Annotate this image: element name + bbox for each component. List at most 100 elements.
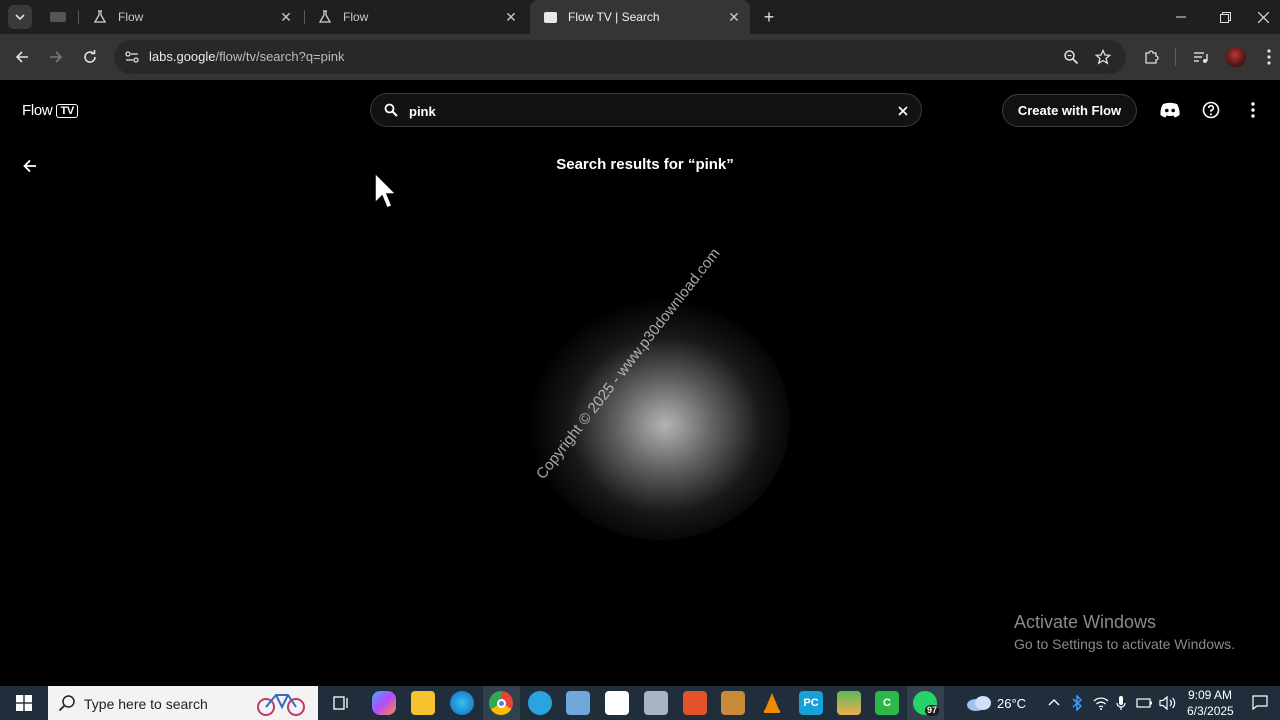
- browser-menu-button[interactable]: [1257, 45, 1280, 69]
- back-nav-button[interactable]: [10, 45, 34, 69]
- address-bar[interactable]: labs.google/flow/tv/search?q=pink: [114, 40, 1126, 74]
- close-window-button[interactable]: [1246, 0, 1280, 34]
- tab-label: Flow TV | Search: [568, 10, 660, 24]
- zoom-icon[interactable]: [1063, 49, 1079, 70]
- plus-icon: +: [763, 6, 775, 27]
- bluestacks-icon[interactable]: [837, 691, 861, 715]
- extensions-button[interactable]: [1139, 45, 1163, 69]
- help-button[interactable]: [1199, 98, 1223, 122]
- page-content: Flow TV Create with Flow Search results …: [0, 80, 1280, 686]
- activate-subtitle: Go to Settings to activate Windows.: [1014, 636, 1235, 652]
- telegram-icon[interactable]: [528, 691, 552, 715]
- tab-search-button[interactable]: [8, 5, 32, 29]
- battery-icon[interactable]: [1136, 696, 1154, 715]
- tab-flow-2[interactable]: Flow ✕: [305, 0, 527, 34]
- volume-icon[interactable]: [1159, 695, 1177, 716]
- tab-flow-tv-search[interactable]: Flow TV | Search ✕: [530, 0, 750, 34]
- minimize-button[interactable]: [1158, 0, 1204, 34]
- microphone-icon[interactable]: [1116, 695, 1126, 716]
- taskbar-search-box[interactable]: Type here to search: [48, 686, 318, 720]
- close-tab-icon[interactable]: ✕: [726, 9, 742, 25]
- site-settings-icon[interactable]: [124, 49, 140, 70]
- restore-icon: [1219, 11, 1231, 23]
- edge-icon[interactable]: [450, 691, 474, 715]
- flask-icon: [92, 9, 108, 25]
- chrome-icon[interactable]: [489, 691, 513, 715]
- arrow-left-icon: [15, 51, 28, 63]
- activate-windows-notice: Activate Windows Go to Settings to activ…: [1014, 612, 1235, 652]
- url-path: /flow/tv/search?q=pink: [215, 49, 345, 64]
- page-icon: [542, 9, 558, 25]
- bluetooth-icon[interactable]: [1071, 694, 1083, 716]
- app-icon[interactable]: [721, 691, 745, 715]
- copilot-icon[interactable]: [372, 691, 396, 715]
- search-bar: [370, 93, 922, 127]
- playlist-icon: [1194, 52, 1208, 63]
- tab-flow-1[interactable]: Flow ✕: [80, 0, 302, 34]
- back-button[interactable]: [18, 154, 42, 178]
- notepad-icon[interactable]: [605, 691, 629, 715]
- weather-cloud-icon[interactable]: [966, 694, 992, 717]
- logo-badge: TV: [56, 103, 78, 118]
- bookmark-star-icon[interactable]: [1094, 48, 1112, 70]
- toolbar-divider: [1175, 48, 1176, 66]
- pinned-tab[interactable]: [40, 0, 66, 34]
- app-icon[interactable]: [683, 691, 707, 715]
- arrow-right-icon: [50, 51, 63, 63]
- chevron-down-icon: [15, 14, 25, 21]
- media-controls-button[interactable]: [1189, 45, 1213, 69]
- forward-nav-button[interactable]: [44, 45, 68, 69]
- search-results-title: Search results for “pink”: [556, 156, 734, 173]
- clear-search-button[interactable]: [893, 101, 913, 121]
- new-tab-button[interactable]: +: [758, 6, 780, 28]
- flow-tv-logo[interactable]: Flow TV: [22, 102, 78, 119]
- url-text: labs.google/flow/tv/search?q=pink: [149, 49, 344, 64]
- more-options-button[interactable]: [1241, 98, 1265, 122]
- chevron-up-icon[interactable]: [1048, 696, 1060, 714]
- whatsapp-icon[interactable]: 97: [913, 691, 940, 716]
- discord-icon: [1160, 102, 1180, 118]
- flask-icon: [317, 9, 333, 25]
- close-icon: [1257, 11, 1269, 23]
- file-explorer-icon[interactable]: [411, 691, 435, 715]
- vlc-icon[interactable]: [760, 691, 784, 715]
- app-icon[interactable]: [566, 691, 590, 715]
- profile-avatar[interactable]: [1224, 45, 1248, 69]
- start-button[interactable]: [0, 686, 48, 720]
- task-view-icon[interactable]: [328, 691, 352, 715]
- pycharm-icon[interactable]: PC: [799, 691, 823, 715]
- avatar-icon: [1226, 47, 1246, 67]
- notifications-icon[interactable]: [1252, 695, 1268, 715]
- app-icon[interactable]: [644, 691, 668, 715]
- create-with-flow-button[interactable]: Create with Flow: [1002, 94, 1137, 127]
- close-tab-icon[interactable]: ✕: [278, 9, 294, 25]
- reload-icon: [84, 50, 96, 63]
- search-icon: [58, 695, 75, 712]
- search-input[interactable]: [407, 101, 887, 121]
- tab-label: Flow: [118, 10, 144, 24]
- minimize-icon: [1176, 16, 1186, 18]
- url-host: labs.google: [149, 49, 216, 64]
- more-vertical-icon: [1267, 49, 1271, 65]
- tab-label: Flow: [343, 10, 369, 24]
- clock-date[interactable]: 6/3/2025: [1187, 704, 1234, 718]
- reload-button[interactable]: [78, 45, 102, 69]
- discord-button[interactable]: [1158, 98, 1182, 122]
- tab-strip: Flow ✕ Flow ✕ Flow TV | Search ✕ +: [0, 0, 1280, 34]
- windows-taskbar: Type here to search PC C 97 26°C 9:09 AM…: [0, 686, 1280, 720]
- help-icon: [1202, 101, 1220, 119]
- wifi-icon[interactable]: [1093, 695, 1109, 716]
- whatsapp-badge: 97: [925, 705, 940, 716]
- mouse-cursor-icon: [374, 171, 398, 209]
- restore-button[interactable]: [1202, 0, 1248, 34]
- camtasia-icon[interactable]: C: [875, 691, 899, 715]
- close-tab-icon[interactable]: ✕: [503, 9, 519, 25]
- browser-toolbar: labs.google/flow/tv/search?q=pink: [0, 34, 1280, 80]
- weather-temperature: 26°C: [997, 696, 1027, 711]
- more-vertical-icon: [1251, 102, 1255, 118]
- arrow-left-icon: [23, 159, 36, 173]
- bicycle-icon: [257, 694, 305, 716]
- puzzle-icon: [1145, 50, 1159, 64]
- activate-title: Activate Windows: [1014, 612, 1157, 632]
- clock-time[interactable]: 9:09 AM: [1188, 688, 1232, 702]
